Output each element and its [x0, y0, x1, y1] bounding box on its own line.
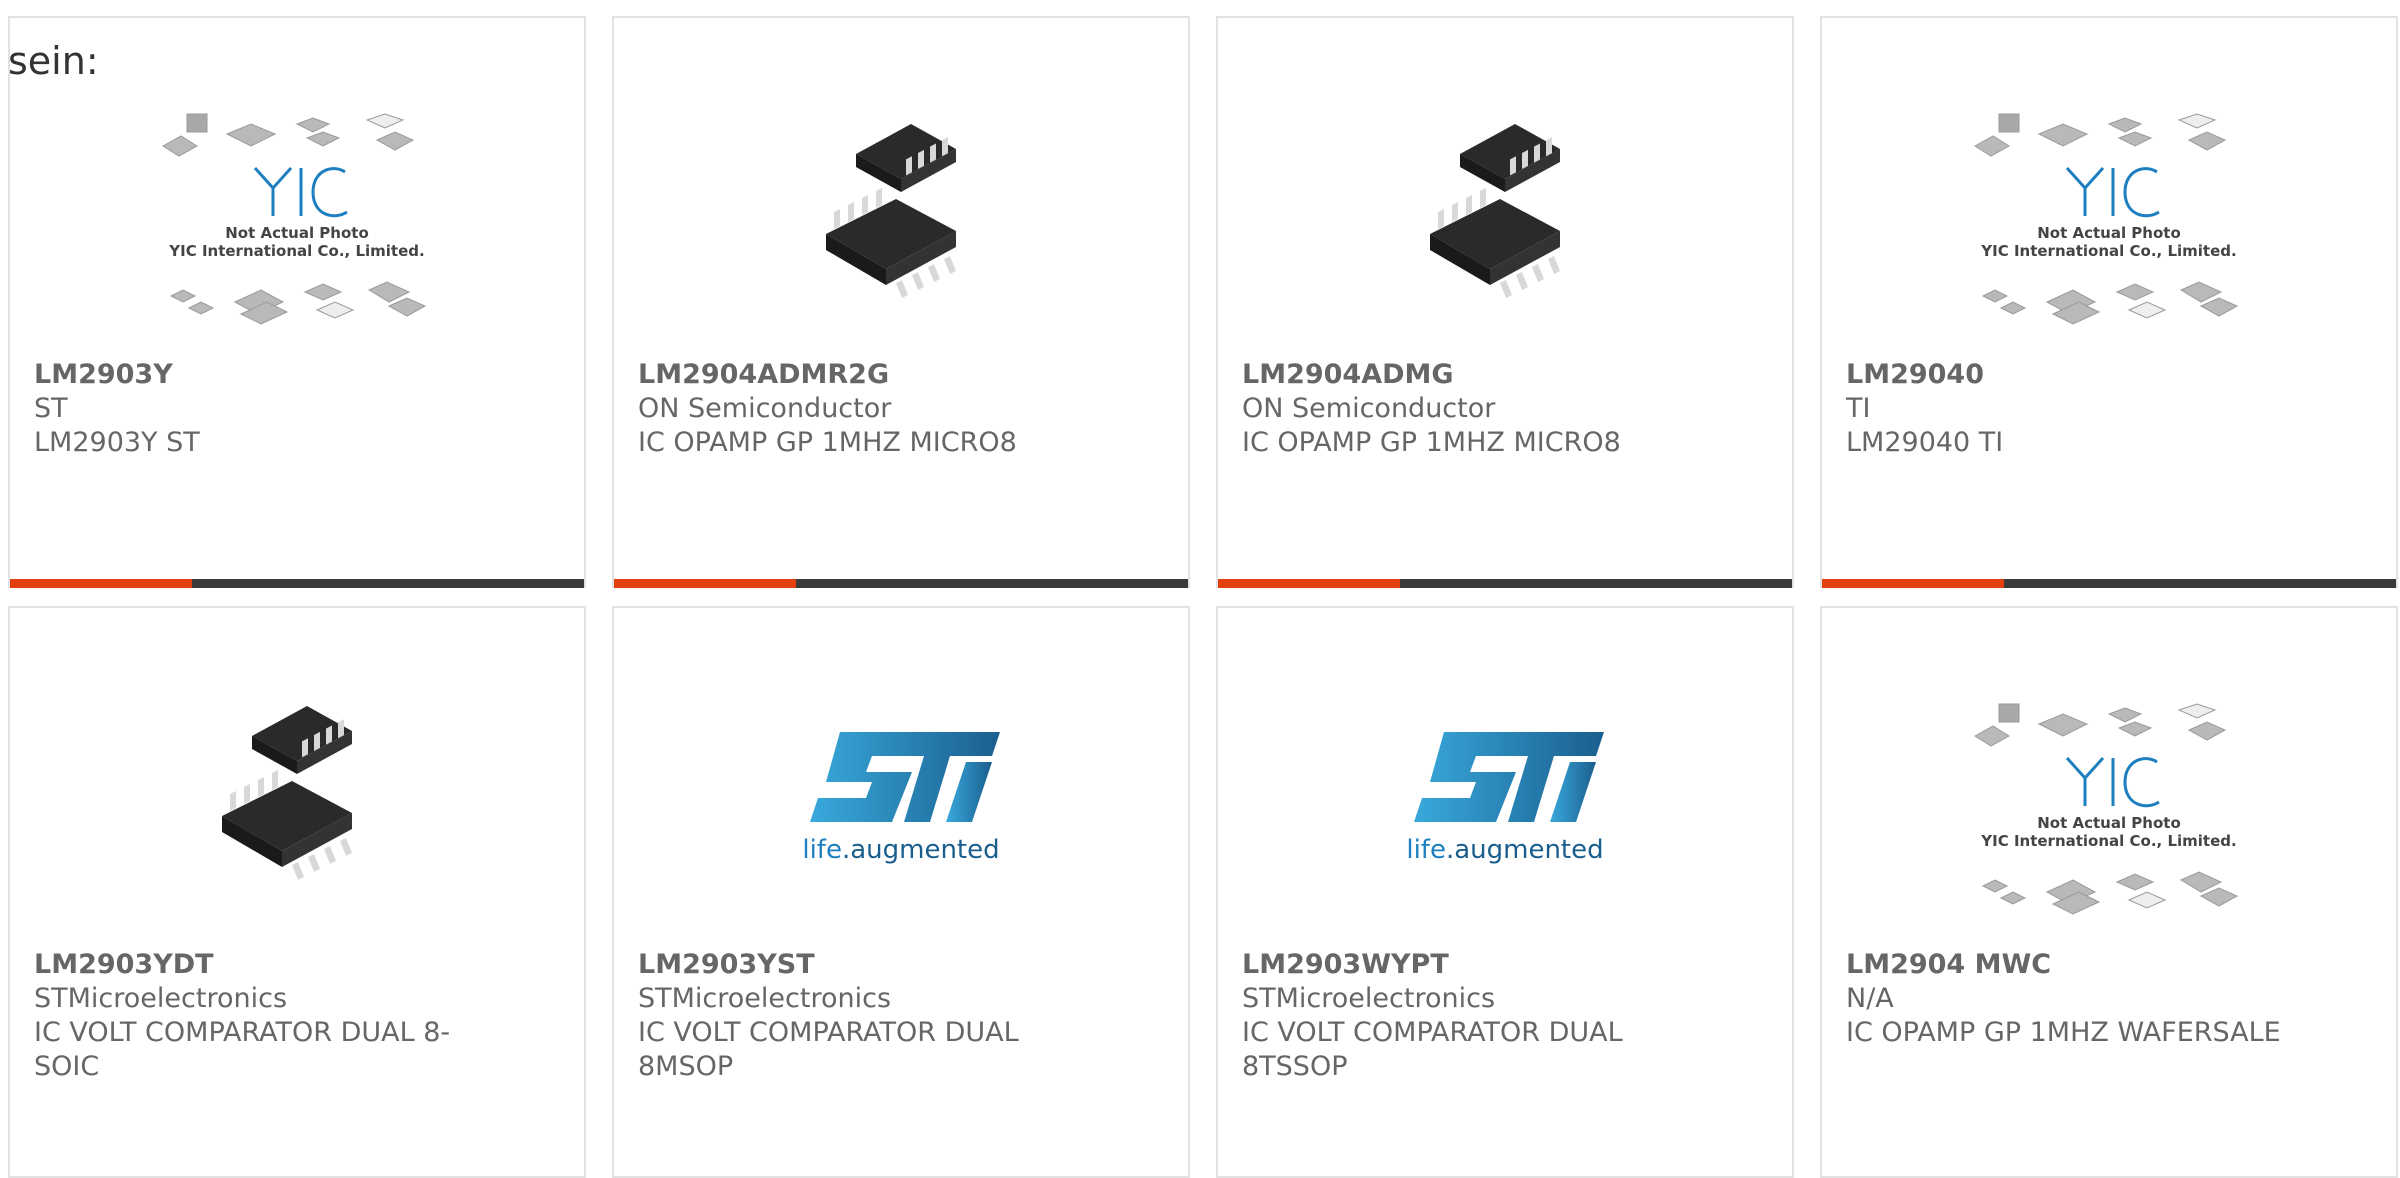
- ic-chip-icon: [1430, 124, 1560, 298]
- product-card[interactable]: LM2904ADMG ON Semiconductor IC OPAMP GP …: [1216, 16, 1794, 588]
- part-number[interactable]: LM29040: [1846, 358, 2316, 392]
- product-card[interactable]: LM2903YDT STMicroelectronics IC VOLT COM…: [8, 606, 586, 1178]
- part-number[interactable]: LM2903Y: [34, 358, 504, 392]
- manufacturer: N/A: [1846, 983, 1894, 1014]
- product-image[interactable]: life.augmented: [761, 688, 1041, 914]
- card-bar: [1218, 579, 1792, 588]
- not-actual-photo-icon: Not Actual Photo YIC International Co., …: [1974, 703, 2239, 915]
- svg-text:Not Actual Photo: Not Actual Photo: [2037, 814, 2181, 832]
- svg-text:Not Actual Photo: Not Actual Photo: [2037, 224, 2181, 242]
- product-image[interactable]: [1365, 96, 1645, 322]
- product-grid: Not Actual Photo YIC International Co., …: [0, 0, 2400, 1178]
- description: IC OPAMP GP 1MHZ WAFERSALE: [1846, 1017, 2281, 1048]
- part-number[interactable]: LM2904ADMR2G: [638, 358, 1108, 392]
- manufacturer: TI: [1846, 393, 1871, 424]
- not-actual-photo-icon: Not Actual Photo YIC International Co., …: [162, 113, 427, 325]
- manufacturer: ON Semiconductor: [1242, 393, 1496, 424]
- product-card[interactable]: Not Actual Photo YIC International Co., …: [1820, 16, 2398, 588]
- card-bar: [10, 579, 584, 588]
- description: IC VOLT COMPARATOR DUAL 8-SOIC: [34, 1017, 451, 1082]
- description: LM29040 TI: [1846, 427, 2004, 458]
- product-card[interactable]: Not Actual Photo YIC International Co., …: [8, 16, 586, 588]
- svg-text:YIC International Co., Limited: YIC International Co., Limited.: [1980, 242, 2236, 260]
- description: LM2903Y ST: [34, 427, 200, 458]
- intro-text: sein:: [8, 39, 99, 83]
- svg-text:Not Actual Photo: Not Actual Photo: [225, 224, 369, 242]
- manufacturer: STMicroelectronics: [638, 983, 892, 1014]
- manufacturer: STMicroelectronics: [34, 983, 288, 1014]
- st-logo-icon: life.augmented: [802, 732, 1000, 865]
- description: IC VOLT COMPARATOR DUAL 8MSOP: [638, 1017, 1019, 1082]
- part-number[interactable]: LM2903WYPT: [1242, 948, 1712, 982]
- card-bar: [614, 579, 1188, 588]
- product-image[interactable]: Not Actual Photo YIC International Co., …: [1969, 696, 2249, 922]
- svg-text:YIC International Co., Limited: YIC International Co., Limited.: [168, 242, 424, 260]
- product-card[interactable]: Not Actual Photo YIC International Co., …: [1820, 606, 2398, 1178]
- st-logo-icon: life.augmented: [1406, 732, 1604, 865]
- product-image[interactable]: [157, 678, 437, 904]
- part-number[interactable]: LM2903YST: [638, 948, 1108, 982]
- manufacturer: ON Semiconductor: [638, 393, 892, 424]
- ic-chip-icon: [826, 124, 956, 298]
- product-card[interactable]: life.augmented LM2903YST STMicroelectron…: [612, 606, 1190, 1178]
- product-image[interactable]: [761, 96, 1041, 322]
- ic-chip-icon: [222, 706, 352, 880]
- product-card[interactable]: life.augmented LM2903WYPT STMicroelectro…: [1216, 606, 1794, 1178]
- product-image[interactable]: life.augmented: [1365, 688, 1645, 914]
- part-number[interactable]: LM2904ADMG: [1242, 358, 1712, 392]
- svg-text:life.augmented: life.augmented: [802, 835, 999, 865]
- description: IC VOLT COMPARATOR DUAL 8TSSOP: [1242, 1017, 1623, 1082]
- manufacturer: ST: [34, 393, 68, 424]
- product-card[interactable]: LM2904ADMR2G ON Semiconductor IC OPAMP G…: [612, 16, 1190, 588]
- part-number[interactable]: LM2904 MWC: [1846, 948, 2316, 982]
- manufacturer: STMicroelectronics: [1242, 983, 1496, 1014]
- svg-text:YIC International Co., Limited: YIC International Co., Limited.: [1980, 832, 2236, 850]
- product-image[interactable]: Not Actual Photo YIC International Co., …: [1969, 106, 2249, 332]
- card-bar: [1822, 579, 2396, 588]
- part-number[interactable]: LM2903YDT: [34, 948, 504, 982]
- not-actual-photo-icon: Not Actual Photo YIC International Co., …: [1974, 113, 2239, 325]
- product-image[interactable]: Not Actual Photo YIC International Co., …: [157, 106, 437, 332]
- description: IC OPAMP GP 1MHZ MICRO8: [1242, 427, 1621, 458]
- svg-text:life.augmented: life.augmented: [1406, 835, 1603, 865]
- description: IC OPAMP GP 1MHZ MICRO8: [638, 427, 1017, 458]
